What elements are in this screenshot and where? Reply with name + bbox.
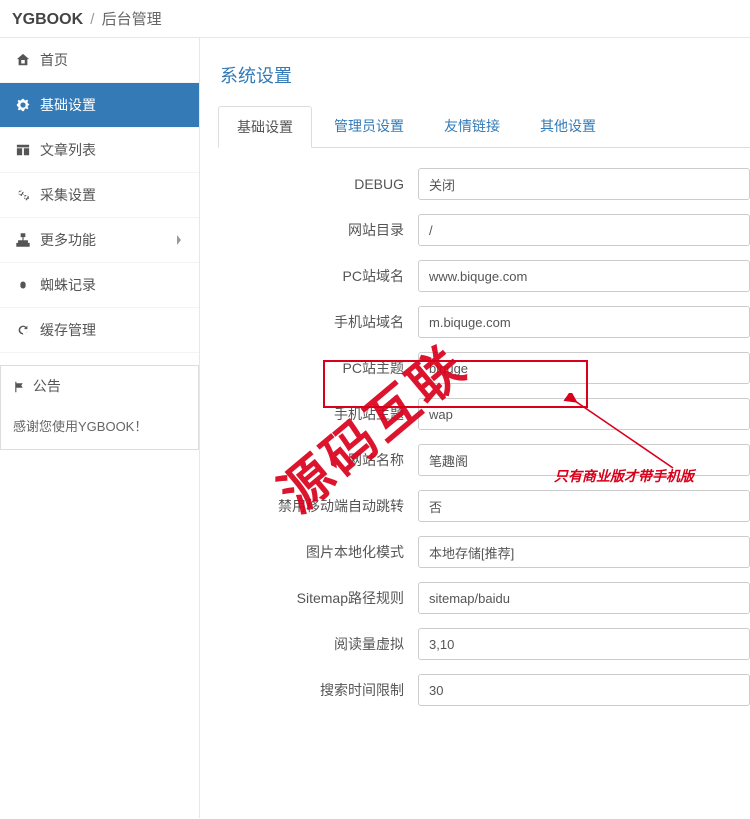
- flag-icon: [13, 381, 25, 393]
- row-search-limit: 搜索时间限制: [218, 674, 750, 706]
- sidebar-item-home[interactable]: 首页: [0, 38, 199, 83]
- label-m-domain: 手机站域名: [218, 312, 418, 332]
- label-webroot: 网站目录: [218, 220, 418, 240]
- tab-links[interactable]: 友情链接: [426, 106, 518, 147]
- refresh-icon: [16, 323, 32, 337]
- sidebar-item-label: 更多功能: [40, 230, 96, 250]
- chevron-right-icon: [175, 234, 183, 246]
- gear-icon: [16, 98, 32, 112]
- sidebar-item-spider[interactable]: 蜘蛛记录: [0, 263, 199, 308]
- row-site-name: 网站名称: [218, 444, 750, 476]
- row-img-mode: 图片本地化模式: [218, 536, 750, 568]
- sidebar-item-more[interactable]: 更多功能: [0, 218, 199, 263]
- brand-name: YGBOOK: [12, 11, 83, 28]
- sidebar-item-label: 基础设置: [40, 95, 96, 115]
- label-img-mode: 图片本地化模式: [218, 542, 418, 562]
- cogs-icon: [16, 188, 32, 202]
- label-debug: DEBUG: [218, 176, 418, 192]
- input-site-name[interactable]: [418, 444, 750, 476]
- row-sitemap: Sitemap路径规则: [218, 582, 750, 614]
- label-search-limit: 搜索时间限制: [218, 680, 418, 700]
- sidebar-item-label: 蜘蛛记录: [40, 275, 96, 295]
- row-read-fake: 阅读量虚拟: [218, 628, 750, 660]
- sidebar-item-label: 首页: [40, 50, 68, 70]
- sidebar-item-label: 文章列表: [40, 140, 96, 160]
- home-icon: [16, 53, 32, 67]
- sidebar-item-collect[interactable]: 采集设置: [0, 173, 199, 218]
- tab-admin[interactable]: 管理员设置: [316, 106, 422, 147]
- input-pc-domain[interactable]: [418, 260, 750, 292]
- sidebar-item-label: 采集设置: [40, 185, 96, 205]
- page-title: 系统设置: [220, 62, 750, 88]
- app-header: YGBOOK / 后台管理: [0, 0, 750, 38]
- row-pc-theme: PC站主题: [218, 352, 750, 384]
- input-debug[interactable]: [418, 168, 750, 200]
- label-pc-domain: PC站域名: [218, 266, 418, 286]
- table-icon: [16, 143, 32, 157]
- label-read-fake: 阅读量虚拟: [218, 634, 418, 654]
- label-site-name: 网站名称: [218, 450, 418, 470]
- row-webroot: 网站目录: [218, 214, 750, 246]
- notice-title: 公告: [33, 378, 61, 394]
- sitemap-icon: [16, 233, 32, 247]
- row-debug: DEBUG: [218, 168, 750, 200]
- notice-panel: 公告 感谢您使用YGBOOK！: [0, 365, 199, 450]
- breadcrumb: 后台管理: [102, 11, 162, 28]
- sidebar-item-cache[interactable]: 缓存管理: [0, 308, 199, 353]
- input-pc-theme[interactable]: [418, 352, 750, 384]
- sidebar-item-label: 缓存管理: [40, 320, 96, 340]
- input-webroot[interactable]: [418, 214, 750, 246]
- input-read-fake[interactable]: [418, 628, 750, 660]
- tab-basic[interactable]: 基础设置: [218, 106, 312, 148]
- row-m-theme: 手机站主题: [218, 398, 750, 430]
- input-search-limit[interactable]: [418, 674, 750, 706]
- sidebar-item-settings[interactable]: 基础设置: [0, 83, 199, 128]
- input-m-domain[interactable]: [418, 306, 750, 338]
- bug-icon: [16, 278, 32, 292]
- notice-title-row: 公告: [1, 366, 198, 406]
- input-no-mjump[interactable]: [418, 490, 750, 522]
- row-pc-domain: PC站域名: [218, 260, 750, 292]
- main-content: 系统设置 基础设置 管理员设置 友情链接 其他设置 DEBUG 网站目录 PC站…: [200, 38, 750, 818]
- breadcrumb-sep: /: [90, 11, 94, 28]
- sidebar: 首页 基础设置 文章列表 采集设置 更多功能: [0, 38, 200, 818]
- label-no-mjump: 禁用移动端自动跳转: [218, 496, 418, 516]
- settings-form: DEBUG 网站目录 PC站域名 手机站域名 PC站主题 手机站主题: [218, 148, 750, 706]
- row-no-mjump: 禁用移动端自动跳转: [218, 490, 750, 522]
- notice-body: 感谢您使用YGBOOK！: [1, 406, 198, 449]
- label-m-theme: 手机站主题: [218, 404, 418, 424]
- input-m-theme[interactable]: [418, 398, 750, 430]
- label-sitemap: Sitemap路径规则: [218, 588, 418, 608]
- sidebar-item-articles[interactable]: 文章列表: [0, 128, 199, 173]
- label-pc-theme: PC站主题: [218, 358, 418, 378]
- input-sitemap[interactable]: [418, 582, 750, 614]
- input-img-mode[interactable]: [418, 536, 750, 568]
- tabs: 基础设置 管理员设置 友情链接 其他设置: [218, 106, 750, 148]
- tab-other[interactable]: 其他设置: [522, 106, 614, 147]
- row-m-domain: 手机站域名: [218, 306, 750, 338]
